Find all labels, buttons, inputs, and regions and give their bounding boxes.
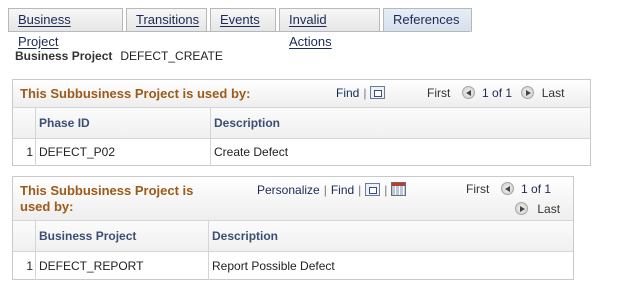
grid-1-header: This Subbusiness Project is used by: Fin… [13,80,590,108]
view-all-icon[interactable] [365,183,381,196]
separator: | [358,183,362,197]
grid-2-last-label: Last [537,202,561,216]
description-cell: Report Possible Defect [212,259,335,273]
grid-2-nav: Personalize | Find | | [257,182,407,197]
separator: | [384,183,388,197]
grid-1-col-description[interactable]: Description [211,108,280,138]
previous-icon[interactable] [500,182,514,195]
table-row: 1 DEFECT_P02 Create Defect [13,139,590,166]
grid-1-nav: Find | [336,86,386,100]
download-spreadsheet-icon[interactable] [391,182,407,196]
tab-business-project[interactable]: Business Project [8,8,123,49]
separator: | [363,86,367,100]
grid-1-find-link[interactable]: Find [336,86,359,100]
grid-1-column-header: Phase ID Description [13,108,590,139]
table-row: 1 DEFECT_REPORT Report Possible Defect [13,252,573,280]
description-cell: Create Defect [214,145,289,159]
grid-2-pager: First 1 of 1 [466,182,551,196]
grid-2-header: This Subbusiness Project is used by: Per… [13,177,573,221]
next-icon[interactable] [515,202,528,215]
grid-2-find-link[interactable]: Find [331,183,354,197]
grid-2-col-description[interactable]: Description [209,221,278,251]
business-project-cell: DEFECT_REPORT [39,259,144,273]
grid-2-column-header: Business Project Description [13,221,573,252]
business-project-label: Business Project [15,49,113,63]
tab-references[interactable]: References [383,8,472,32]
tab-transitions[interactable]: Transitions [126,8,207,31]
grid-1-col-phase-id[interactable]: Phase ID [36,108,90,138]
tab-references-label: References [393,12,460,27]
phase-id-cell: DEFECT_P02 [39,145,116,159]
grid-1-row-count: 1 of 1 [482,86,513,100]
grid-2-first-label: First [466,182,490,196]
grid-2-title: This Subbusiness Project is used by: [20,183,193,215]
grid-2-title-line-1: This Subbusiness Project is [20,183,194,198]
grid-1-first-label: First [427,86,451,100]
tab-bar: Business Project Transitions Events Inva… [8,8,475,49]
used-by-grid-2: This Subbusiness Project is used by: Per… [12,176,574,280]
view-all-icon[interactable] [370,86,386,99]
grid-2-pager-last: Last [515,202,560,216]
row-number: 1 [26,145,33,159]
tab-invalid-actions[interactable]: Invalid Actions [279,8,380,49]
tab-divider [8,31,470,32]
next-icon[interactable] [521,86,535,99]
grid-2-col-business-project[interactable]: Business Project [36,221,136,251]
business-project-field: Business Project DEFECT_CREATE [15,49,223,63]
grid-2-personalize-link[interactable]: Personalize [257,183,320,197]
row-number: 1 [26,259,33,273]
previous-icon[interactable] [461,86,475,99]
grid-2-row-count: 1 of 1 [521,182,552,196]
tab-transitions-label: Transitions [136,12,200,27]
grid-2-title-line-2: used by: [20,199,74,214]
grid-1-title: This Subbusiness Project is used by: [20,86,251,101]
grid-1-pager: First 1 of 1 Last [427,86,564,100]
grid-1-last-label: Last [541,86,565,100]
separator: | [323,183,327,197]
business-project-value: DEFECT_CREATE [120,49,223,63]
tab-events-label: Events [220,12,260,27]
tab-events[interactable]: Events [210,8,276,31]
used-by-grid-1: This Subbusiness Project is used by: Fin… [12,79,591,166]
